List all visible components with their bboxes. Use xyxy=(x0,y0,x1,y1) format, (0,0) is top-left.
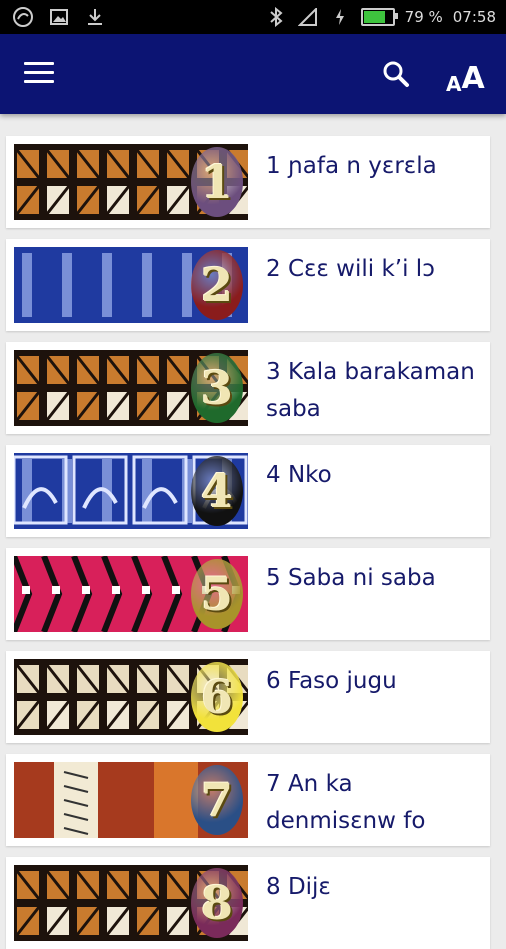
pattern-thumbnail: 7 xyxy=(14,762,248,838)
list-item[interactable]: 2 2 Cɛɛ wili k’i lɔ xyxy=(6,239,490,331)
search-button[interactable] xyxy=(380,58,412,90)
item-title: 1 ɲafa n yɛrɛla xyxy=(266,153,437,179)
list-item[interactable]: 5 5 Saba ni saba xyxy=(6,548,490,640)
status-bar: 79 % 07:58 xyxy=(0,0,506,34)
signal-icon xyxy=(297,6,319,28)
number-badge: 8 xyxy=(191,868,243,938)
menu-icon xyxy=(24,62,54,65)
item-title: 6 Faso jugu xyxy=(266,668,397,694)
pattern-thumbnail: 4 xyxy=(14,453,248,529)
app-notification-icon xyxy=(12,6,34,28)
download-icon xyxy=(84,6,106,28)
pattern-thumbnail: 8 xyxy=(14,865,248,941)
list-item[interactable]: 7 7 An ka denmisɛnw fo xyxy=(6,754,490,846)
list-item[interactable]: 4 4 Nko xyxy=(6,445,490,537)
number-badge: 2 xyxy=(191,250,243,320)
number-badge: 3 xyxy=(191,353,243,423)
search-icon xyxy=(383,61,409,87)
item-title: 3 Kala barakaman saba xyxy=(266,359,475,422)
bluetooth-icon xyxy=(265,6,287,28)
menu-button[interactable] xyxy=(24,62,54,86)
font-size-big-label: A xyxy=(461,61,485,96)
list-item[interactable]: 6 6 Faso jugu xyxy=(6,651,490,743)
battery-percent: 79 % xyxy=(404,8,443,26)
number-badge: 6 xyxy=(191,662,243,732)
list-item[interactable]: 1 1 ɲafa n yɛrɛla xyxy=(6,136,490,228)
battery-icon xyxy=(360,8,398,26)
list-item[interactable]: 3 3 Kala barakaman saba xyxy=(6,342,490,434)
number-badge: 1 xyxy=(191,147,243,217)
pattern-thumbnail: 3 xyxy=(14,350,248,426)
pattern-thumbnail: 2 xyxy=(14,247,248,323)
clock: 07:58 xyxy=(452,8,496,26)
item-title: 7 An ka denmisɛnw fo xyxy=(266,771,426,834)
item-title: 2 Cɛɛ wili k’i lɔ xyxy=(266,256,435,282)
item-title: 4 Nko xyxy=(266,462,332,488)
item-title: 8 Dijɛ xyxy=(266,874,331,900)
image-notification-icon xyxy=(48,6,70,28)
charging-icon xyxy=(329,6,351,28)
number-badge: 7 xyxy=(191,765,243,835)
item-title: 5 Saba ni saba xyxy=(266,565,436,591)
pattern-thumbnail: 1 xyxy=(14,144,248,220)
list-item[interactable]: 8 8 Dijɛ xyxy=(6,857,490,949)
font-size-button[interactable]: AA xyxy=(446,54,490,96)
number-badge: 4 xyxy=(191,456,243,526)
pattern-thumbnail: 6 xyxy=(14,659,248,735)
pattern-thumbnail: 5 xyxy=(14,556,248,632)
number-badge: 5 xyxy=(191,559,243,629)
font-size-small-label: A xyxy=(446,72,462,96)
app-bar: AA xyxy=(0,34,506,114)
